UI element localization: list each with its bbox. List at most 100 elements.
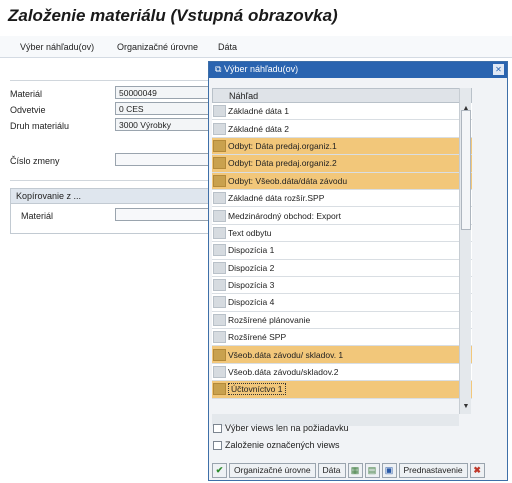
menu-item-data[interactable]: Dáta bbox=[218, 42, 237, 52]
row-selector[interactable] bbox=[213, 139, 226, 152]
copy-material-field[interactable] bbox=[115, 208, 210, 221]
row-label: Rozšírené SPP bbox=[228, 332, 287, 343]
deselect-all-button[interactable]: ▤ bbox=[364, 462, 380, 478]
table-row[interactable]: Účtovníctvo 1 bbox=[212, 381, 472, 399]
row-label: Rozšírené plánovanie bbox=[228, 314, 311, 325]
row-selector[interactable] bbox=[213, 209, 226, 222]
row-selector[interactable] bbox=[213, 122, 226, 135]
table-row[interactable]: Dispozícia 1 bbox=[212, 242, 472, 260]
checkbox-label: Založenie označených views bbox=[225, 440, 340, 450]
row-label: Dispozícia 1 bbox=[228, 245, 275, 256]
table-row[interactable]: Dispozícia 4 bbox=[212, 294, 472, 312]
checkmark-icon: ✔ bbox=[215, 464, 224, 475]
org-levels-button[interactable]: Organizačné úrovne bbox=[229, 462, 316, 478]
row-label: Základné dáta rozšír.SPP bbox=[228, 193, 325, 204]
row-selector[interactable] bbox=[213, 279, 226, 292]
confirm-button[interactable]: ✔ bbox=[212, 462, 227, 478]
row-label: Základné dáta 1 bbox=[228, 106, 289, 117]
page-title: Založenie materiálu (Vstupná obrazovka) bbox=[8, 6, 338, 25]
table-row[interactable]: Odbyt: Dáta predaj.organiz.1 bbox=[212, 137, 472, 156]
row-selector[interactable] bbox=[213, 383, 226, 396]
row-selector[interactable] bbox=[213, 313, 226, 326]
view-selection-dialog: ⧉ Výber náhľadu(ov) ✕ Náhľad Základné dá… bbox=[208, 61, 508, 481]
row-selector[interactable] bbox=[213, 174, 226, 187]
row-selector[interactable] bbox=[213, 366, 226, 379]
create-selected-views-checkbox[interactable]: Založenie označených views bbox=[213, 440, 340, 450]
row-label: Dispozícia 3 bbox=[228, 280, 275, 291]
copy-material-label: Materiál bbox=[21, 211, 54, 221]
dialog-title: Výber náhľadu(ov) bbox=[223, 64, 299, 74]
table-row[interactable]: Všeob.dáta závodu/ skladov. 1 bbox=[212, 346, 472, 364]
select-all-button[interactable]: ▦ bbox=[347, 462, 363, 478]
table-row[interactable]: Všeob.dáta závodu/skladov.2 bbox=[212, 363, 472, 382]
select-all-icon: ▦ bbox=[350, 464, 360, 475]
column-header: Náhľad bbox=[212, 88, 472, 103]
change-number-field[interactable] bbox=[115, 153, 210, 166]
table-row[interactable]: Základné dáta 1 bbox=[212, 103, 472, 121]
row-label: Odbyt: Dáta predaj.organiz.2 bbox=[228, 158, 337, 169]
row-selector[interactable] bbox=[213, 348, 226, 361]
vertical-scrollbar[interactable]: ▲ ▼ bbox=[459, 88, 471, 414]
row-label: Dispozícia 2 bbox=[228, 262, 275, 273]
data-button[interactable]: Dáta bbox=[317, 462, 346, 478]
row-label: Účtovníctvo 1 bbox=[228, 383, 286, 396]
industry-field[interactable]: 0 CES bbox=[115, 102, 210, 115]
row-label: Odbyt: Všeob.dáta/dáta závodu bbox=[228, 175, 348, 186]
table-row[interactable]: Odbyt: Všeob.dáta/dáta závodu bbox=[212, 172, 472, 190]
change-number-label: Číslo zmeny bbox=[10, 156, 60, 166]
menu-bar: Výber náhľadu(ov) Organizačné úrovne Dát… bbox=[0, 36, 512, 58]
save-button[interactable]: ▣ bbox=[381, 462, 397, 478]
checkbox-box[interactable] bbox=[213, 423, 222, 433]
table-row[interactable]: Rozšírené SPP bbox=[212, 329, 472, 347]
deselect-all-icon: ▤ bbox=[367, 464, 377, 475]
row-label: Text odbytu bbox=[228, 227, 272, 238]
table-row[interactable]: Rozšírené plánovanie bbox=[212, 311, 472, 330]
default-values-button[interactable]: Prednastavenie bbox=[398, 462, 468, 478]
table-row[interactable]: Medzinárodný obchod: Export bbox=[212, 207, 472, 225]
save-icon: ▣ bbox=[384, 464, 394, 475]
copy-from-title: Kopírovanie z ... bbox=[11, 189, 209, 204]
row-selector[interactable] bbox=[213, 331, 226, 344]
row-selector[interactable] bbox=[213, 296, 226, 309]
scroll-down-icon[interactable]: ▼ bbox=[461, 402, 471, 411]
table-row[interactable]: Základné dáta rozšír.SPP bbox=[212, 189, 472, 208]
copy-from-group: Kopírovanie z ... Materiál bbox=[10, 188, 210, 234]
divider bbox=[10, 180, 210, 181]
checkbox-label: Výber views len na požiadavku bbox=[225, 423, 349, 433]
row-label: Všeob.dáta závodu/skladov.2 bbox=[228, 367, 339, 378]
window-icon: ⧉ bbox=[215, 64, 224, 74]
row-label: Základné dáta 2 bbox=[228, 123, 289, 134]
table-row[interactable]: Základné dáta 2 bbox=[212, 120, 472, 138]
row-selector[interactable] bbox=[213, 157, 226, 170]
cancel-button[interactable]: ✖ bbox=[469, 462, 485, 478]
row-selector[interactable] bbox=[213, 261, 226, 274]
row-selector[interactable] bbox=[213, 192, 226, 205]
table-row[interactable]: Text odbytu bbox=[212, 224, 472, 243]
row-label: Medzinárodný obchod: Export bbox=[228, 210, 341, 221]
material-field[interactable]: 50000049 bbox=[115, 86, 210, 99]
dialog-titlebar: ⧉ Výber náhľadu(ov) ✕ bbox=[209, 62, 507, 78]
material-label: Materiál bbox=[10, 89, 43, 99]
close-icon[interactable]: ✕ bbox=[493, 64, 504, 75]
row-selector[interactable] bbox=[213, 105, 226, 118]
row-selector[interactable] bbox=[213, 226, 226, 239]
industry-label: Odvetvie bbox=[10, 105, 46, 115]
row-label: Všeob.dáta závodu/ skladov. 1 bbox=[228, 349, 344, 360]
scroll-thumb[interactable] bbox=[461, 110, 471, 230]
menu-item-view-select[interactable]: Výber náhľadu(ov) bbox=[20, 42, 94, 52]
views-table: Náhľad Základné dáta 1 Základné dáta 2 Odb… bbox=[212, 88, 472, 454]
divider bbox=[10, 80, 210, 81]
row-label: Odbyt: Dáta predaj.organiz.1 bbox=[228, 140, 337, 151]
dialog-button-bar: ✔ Organizačné úrovne Dáta ▦ ▤ ▣ Prednast… bbox=[209, 460, 507, 480]
row-label: Dispozícia 4 bbox=[228, 297, 275, 308]
table-row[interactable]: Dispozícia 2 bbox=[212, 259, 472, 277]
row-selector[interactable] bbox=[213, 244, 226, 257]
table-row[interactable]: Dispozícia 3 bbox=[212, 276, 472, 295]
views-on-request-checkbox[interactable]: Výber views len na požiadavku bbox=[213, 423, 349, 433]
cancel-icon: ✖ bbox=[473, 464, 481, 475]
material-type-label: Druh materiálu bbox=[10, 121, 70, 131]
table-row[interactable]: Odbyt: Dáta predaj.organiz.2 bbox=[212, 155, 472, 173]
checkbox-box[interactable] bbox=[213, 440, 222, 450]
menu-item-org-levels[interactable]: Organizačné úrovne bbox=[117, 42, 198, 52]
material-type-field[interactable]: 3000 Výrobky bbox=[115, 118, 210, 131]
